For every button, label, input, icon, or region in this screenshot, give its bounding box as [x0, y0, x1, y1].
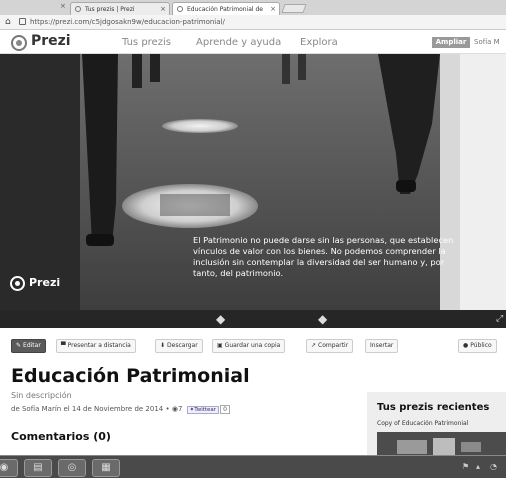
slide-caption: El Patrimonio no puede darse sin las per… — [193, 235, 454, 278]
browser-tab-educacion-patrimonial[interactable]: Educación Patrimonial de × — [172, 2, 280, 15]
page-title: Educación Patrimonial — [11, 365, 250, 387]
present-remote-button[interactable]: ▀ Presentar a distancia — [56, 339, 136, 353]
recent-prezi-link[interactable]: Copy of Educación Patrimonial — [377, 420, 468, 427]
media-player-icon[interactable]: ◎ — [58, 459, 86, 477]
next-arrow-icon[interactable]: ◆ — [318, 312, 327, 326]
public-label: Público — [470, 342, 492, 349]
pencil-icon: ✎ — [16, 342, 22, 349]
prezi-logo-icon — [10, 276, 25, 291]
edit-button[interactable]: ✎ Editar — [11, 339, 46, 353]
tab-label: Tus prezis | Prezi — [85, 6, 135, 13]
os-taskbar: ◉ ▤ ◎ ▦ ⚑ ▴ ◔ — [0, 455, 506, 478]
tab-label: Educación Patrimonial de — [187, 6, 263, 13]
start-button[interactable]: ◉ — [0, 459, 18, 477]
home-icon[interactable]: ⌂ — [5, 17, 11, 27]
tray-network-icon[interactable]: ◔ — [490, 462, 497, 471]
tweet-label: Twittear — [194, 407, 217, 413]
nav-explora[interactable]: Explora — [300, 37, 338, 48]
download-button[interactable]: ⬇ Descargar — [155, 339, 203, 353]
view-count: 7 — [177, 405, 183, 413]
public-button[interactable]: ● Público — [458, 339, 497, 353]
address-bar: ⌂ https://prezi.com/c5jdgosakn9w/educaci… — [0, 15, 506, 30]
lock-icon — [19, 18, 26, 25]
presentation-viewer[interactable]: El Patrimonio no puede darse sin las per… — [0, 54, 506, 310]
upgrade-button[interactable]: Ampliar — [432, 37, 470, 48]
download-icon: ⬇ — [160, 342, 166, 349]
prezi-logo-icon[interactable] — [11, 35, 27, 51]
previous-arrow-icon[interactable]: ◆ — [216, 312, 225, 326]
nav-tus-prezis[interactable]: Tus prezis — [122, 37, 171, 48]
prezi-favicon-icon — [75, 6, 81, 12]
fullscreen-icon[interactable]: ⤢ — [496, 314, 503, 324]
close-icon[interactable]: × — [160, 5, 166, 13]
prezi-logo-text[interactable]: Prezi — [31, 33, 71, 49]
file-explorer-icon[interactable]: ▤ — [24, 459, 52, 477]
watermark-text: Prezi — [29, 276, 61, 289]
close-icon[interactable]: × — [60, 2, 66, 10]
copy-icon: ▣ — [217, 342, 223, 349]
playback-bar: ◆ ◆ ⤢ — [0, 310, 506, 328]
save-copy-button[interactable]: ▣ Guardar una copia — [212, 339, 286, 353]
tweet-button[interactable]: ✦Twittear — [186, 406, 220, 414]
prezi-watermark: Prezi — [10, 274, 80, 294]
recent-prezis-title: Tus prezis recientes — [377, 402, 490, 413]
comments-heading: Comentarios (0) — [11, 430, 111, 443]
download-label: Descargar — [167, 342, 198, 349]
recent-prezis-panel: Tus prezis recientes Copy of Educación P… — [367, 392, 506, 462]
site-header: Prezi Tus prezis Aprende y ayuda Explora… — [0, 30, 506, 54]
browser-tab-strip: × Tus prezis | Prezi × Educación Patrimo… — [0, 0, 506, 15]
author-date: de Sofía Marín el 14 de Noviembre de 201… — [11, 405, 172, 413]
prezi-meta: de Sofía Marín el 14 de Noviembre de 201… — [11, 405, 230, 414]
present-icon: ▀ — [61, 342, 66, 349]
tray-flag-icon[interactable]: ⚑ — [462, 462, 469, 471]
url-field[interactable]: https://prezi.com/c5jdgosakn9w/educacion… — [30, 18, 225, 26]
close-icon[interactable]: × — [270, 5, 276, 13]
share-button[interactable]: ↗ Compartir — [306, 339, 354, 353]
save-copy-label: Guardar una copia — [224, 342, 281, 349]
embed-button[interactable]: Insertar — [365, 339, 399, 353]
prezi-description: Sin descripción — [11, 391, 72, 400]
tweet-count: 0 — [220, 405, 230, 414]
document-icon[interactable]: ▦ — [92, 459, 120, 477]
edit-label: Editar — [23, 342, 41, 349]
share-label: Compartir — [318, 342, 349, 349]
share-icon: ↗ — [311, 342, 317, 349]
embed-label: Insertar — [370, 342, 394, 349]
user-menu[interactable]: Sofía M — [474, 38, 500, 46]
present-remote-label: Presentar a distancia — [67, 342, 131, 349]
new-tab-button[interactable] — [281, 4, 307, 13]
tray-arrow-icon[interactable]: ▴ — [476, 462, 480, 471]
prezi-favicon-icon — [177, 6, 183, 12]
browser-tab-tus-prezis[interactable]: Tus prezis | Prezi × — [70, 2, 170, 15]
nav-aprende-y-ayuda[interactable]: Aprende y ayuda — [196, 37, 281, 48]
prezi-toolbar: ✎ Editar ▀ Presentar a distancia ⬇ Descarga… — [0, 333, 506, 357]
globe-icon: ● — [463, 342, 469, 349]
